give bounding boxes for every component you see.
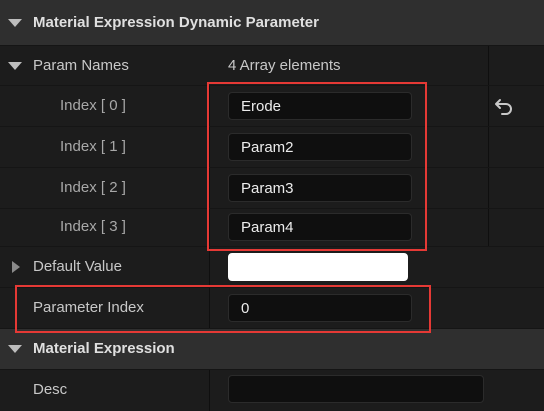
parameter-index-row: Parameter Index [0,288,544,328]
array-element-row: Index [ 3 ] [0,209,544,246]
indent-gutter [0,168,17,208]
column-divider [488,168,489,208]
array-element-row: Index [ 2 ] [0,168,544,208]
reset-to-default-icon[interactable] [494,97,514,115]
element-value-input[interactable] [228,133,412,161]
default-value-label: Default Value [33,258,122,275]
param-names-label: Param Names [33,57,129,74]
expand-arrow-icon[interactable] [12,261,20,273]
column-divider [209,247,210,287]
desc-label: Desc [33,381,68,398]
column-divider [488,46,489,85]
array-element-row: Index [ 1 ] [0,127,544,167]
collapse-arrow-icon[interactable] [8,19,22,27]
category-title: Material Expression [33,340,175,357]
parameter-index-input[interactable] [228,294,412,322]
column-divider [488,86,489,126]
collapse-arrow-icon[interactable] [8,345,22,353]
column-divider [209,168,210,208]
collapse-arrow-icon[interactable] [8,62,22,70]
param-names-row: Param Names 4 Array elements [0,46,544,85]
default-value-color-swatch[interactable] [228,253,408,281]
array-element-row: Index [ 0 ] [0,86,544,126]
element-value-input[interactable] [228,92,412,120]
category-header-dynamic-parameter[interactable]: Material Expression Dynamic Parameter [0,0,544,45]
default-value-row: Default Value [0,247,544,287]
category-title: Material Expression Dynamic Parameter [33,14,319,31]
category-header-material-expression[interactable]: Material Expression [0,329,544,369]
column-divider [209,370,210,411]
indent-gutter [0,209,17,246]
column-divider [488,127,489,167]
element-index-label: Index [ 2 ] [60,179,126,196]
desc-row: Desc [0,370,544,411]
element-value-input[interactable] [228,174,412,202]
element-index-label: Index [ 3 ] [60,218,126,235]
array-count-summary: 4 Array elements [228,57,341,74]
column-divider [488,209,489,246]
indent-gutter [0,127,17,167]
column-divider [209,288,210,328]
parameter-index-label: Parameter Index [33,299,144,316]
column-divider [209,209,210,246]
column-divider [209,127,210,167]
indent-gutter [0,86,17,126]
column-divider [209,86,210,126]
desc-input[interactable] [228,375,484,403]
element-value-input[interactable] [228,213,412,241]
element-index-label: Index [ 1 ] [60,138,126,155]
element-index-label: Index [ 0 ] [60,97,126,114]
